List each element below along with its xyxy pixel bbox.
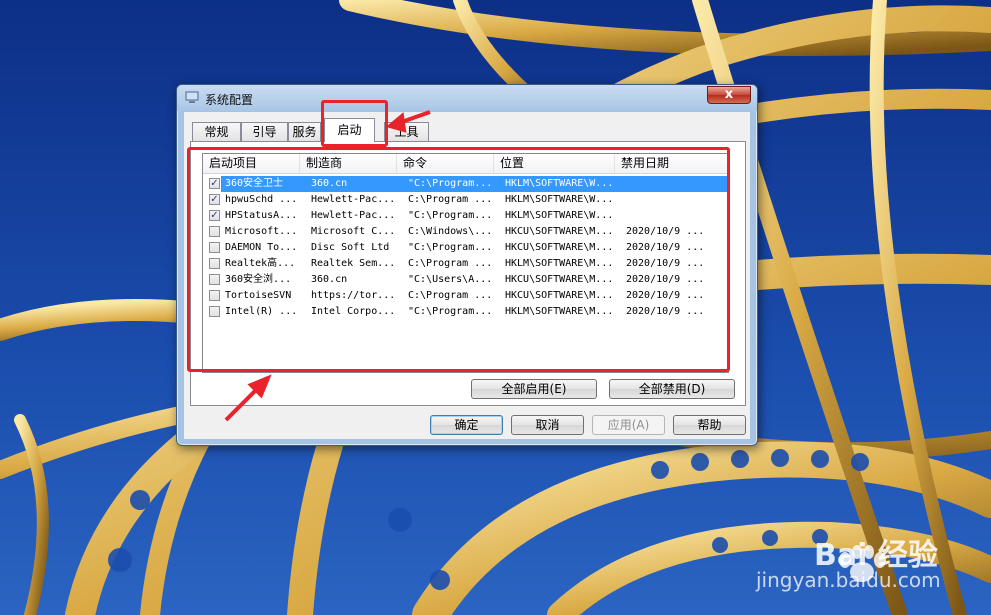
watermark-url: jingyan.baidu.com <box>756 568 941 592</box>
annotation-arrows <box>224 110 431 422</box>
